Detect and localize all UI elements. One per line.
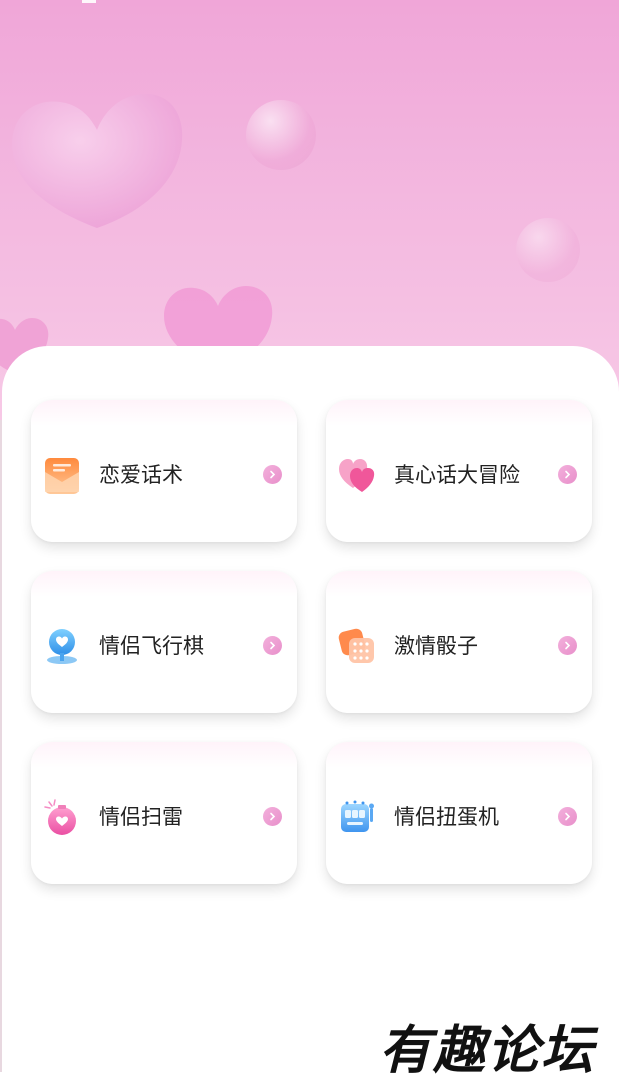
- bubble-decoration: [246, 100, 316, 170]
- dice-icon: [338, 628, 374, 663]
- chevron-right-icon: [263, 807, 282, 826]
- map-pin-icon: [47, 629, 77, 664]
- heart-bomb-icon: [44, 799, 76, 835]
- hearts-icon: [339, 459, 375, 492]
- heart-decoration-large: [12, 94, 183, 228]
- chevron-right-icon: [558, 465, 577, 484]
- feature-card-flying-chess[interactable]: 情侣飞行棋: [31, 571, 297, 713]
- feature-label: 激情骰子: [394, 634, 478, 658]
- feature-label: 恋爱话术: [99, 463, 183, 487]
- chevron-right-icon: [263, 636, 282, 655]
- feature-label: 情侣飞行棋: [99, 634, 204, 658]
- status-bar-indicator: [82, 0, 96, 3]
- bubble-decoration: [516, 218, 580, 282]
- chevron-right-icon: [263, 465, 282, 484]
- feature-card-passion-dice[interactable]: 激情骰子: [326, 571, 592, 713]
- feature-card-love-talk[interactable]: 恋爱话术: [31, 400, 297, 542]
- chevron-right-icon: [558, 807, 577, 826]
- envelope-icon: [45, 458, 79, 494]
- chevron-right-icon: [558, 636, 577, 655]
- feature-card-gacha-machine[interactable]: 情侣扭蛋机: [326, 742, 592, 884]
- feature-card-minesweeper[interactable]: 情侣扫雷: [31, 742, 297, 884]
- gacha-machine-icon: [341, 800, 374, 832]
- panel-edge: [0, 420, 2, 1072]
- feature-label: 情侣扭蛋机: [394, 805, 499, 829]
- feature-label: 情侣扫雷: [99, 805, 183, 829]
- feature-label: 真心话大冒险: [394, 463, 520, 487]
- feature-card-truth-or-dare[interactable]: 真心话大冒险: [326, 400, 592, 542]
